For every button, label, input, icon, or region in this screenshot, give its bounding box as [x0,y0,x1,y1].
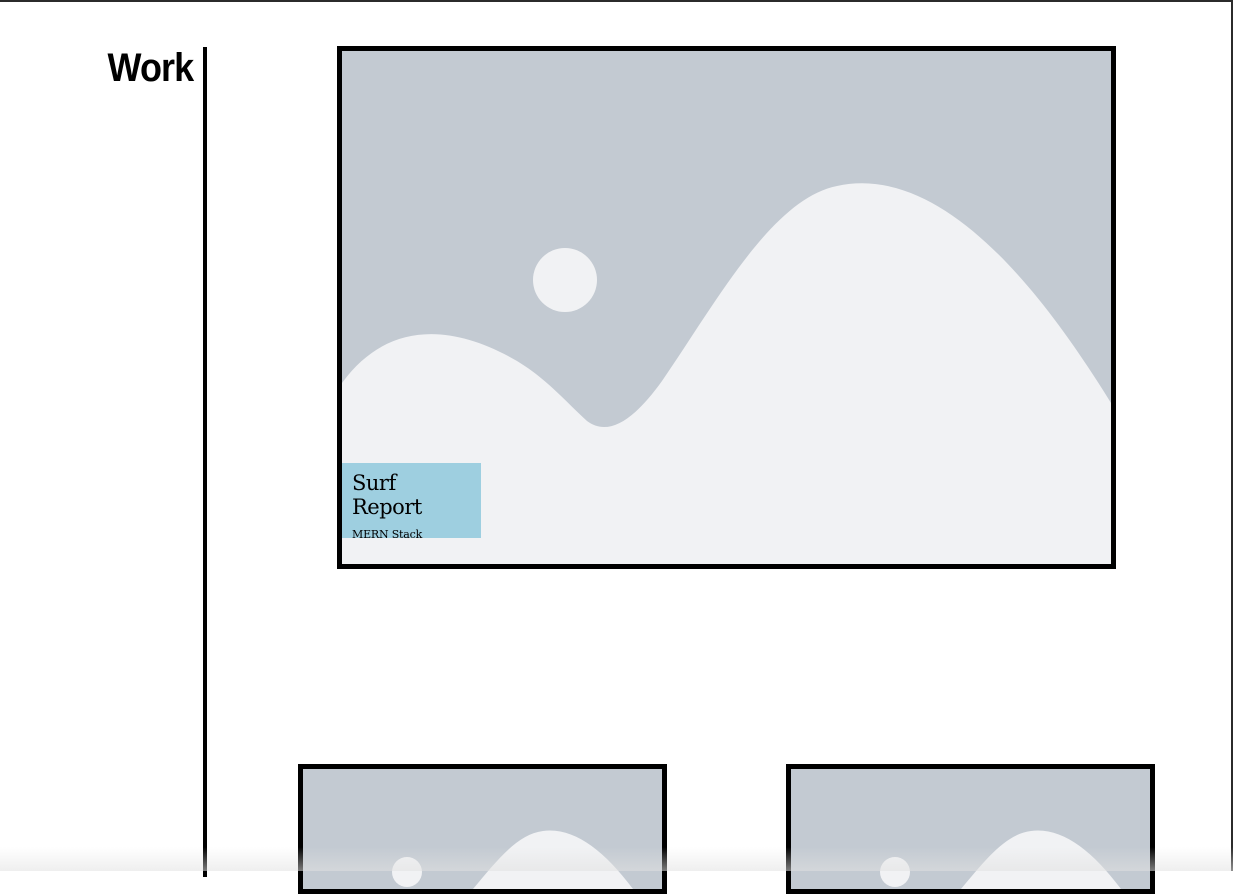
project-tech-stack: MERN Stack [352,528,423,542]
project-card-featured[interactable]: Surf Report MERN Stack [337,46,1116,569]
image-placeholder-icon [303,769,662,889]
project-caption: Surf Report MERN Stack [342,463,481,542]
project-card-3[interactable] [786,764,1155,894]
section-title: Work [107,46,194,90]
project-title: Surf Report [352,471,422,520]
project-card-2[interactable] [298,764,667,894]
image-placeholder-icon [791,769,1150,889]
section-divider [203,47,207,877]
